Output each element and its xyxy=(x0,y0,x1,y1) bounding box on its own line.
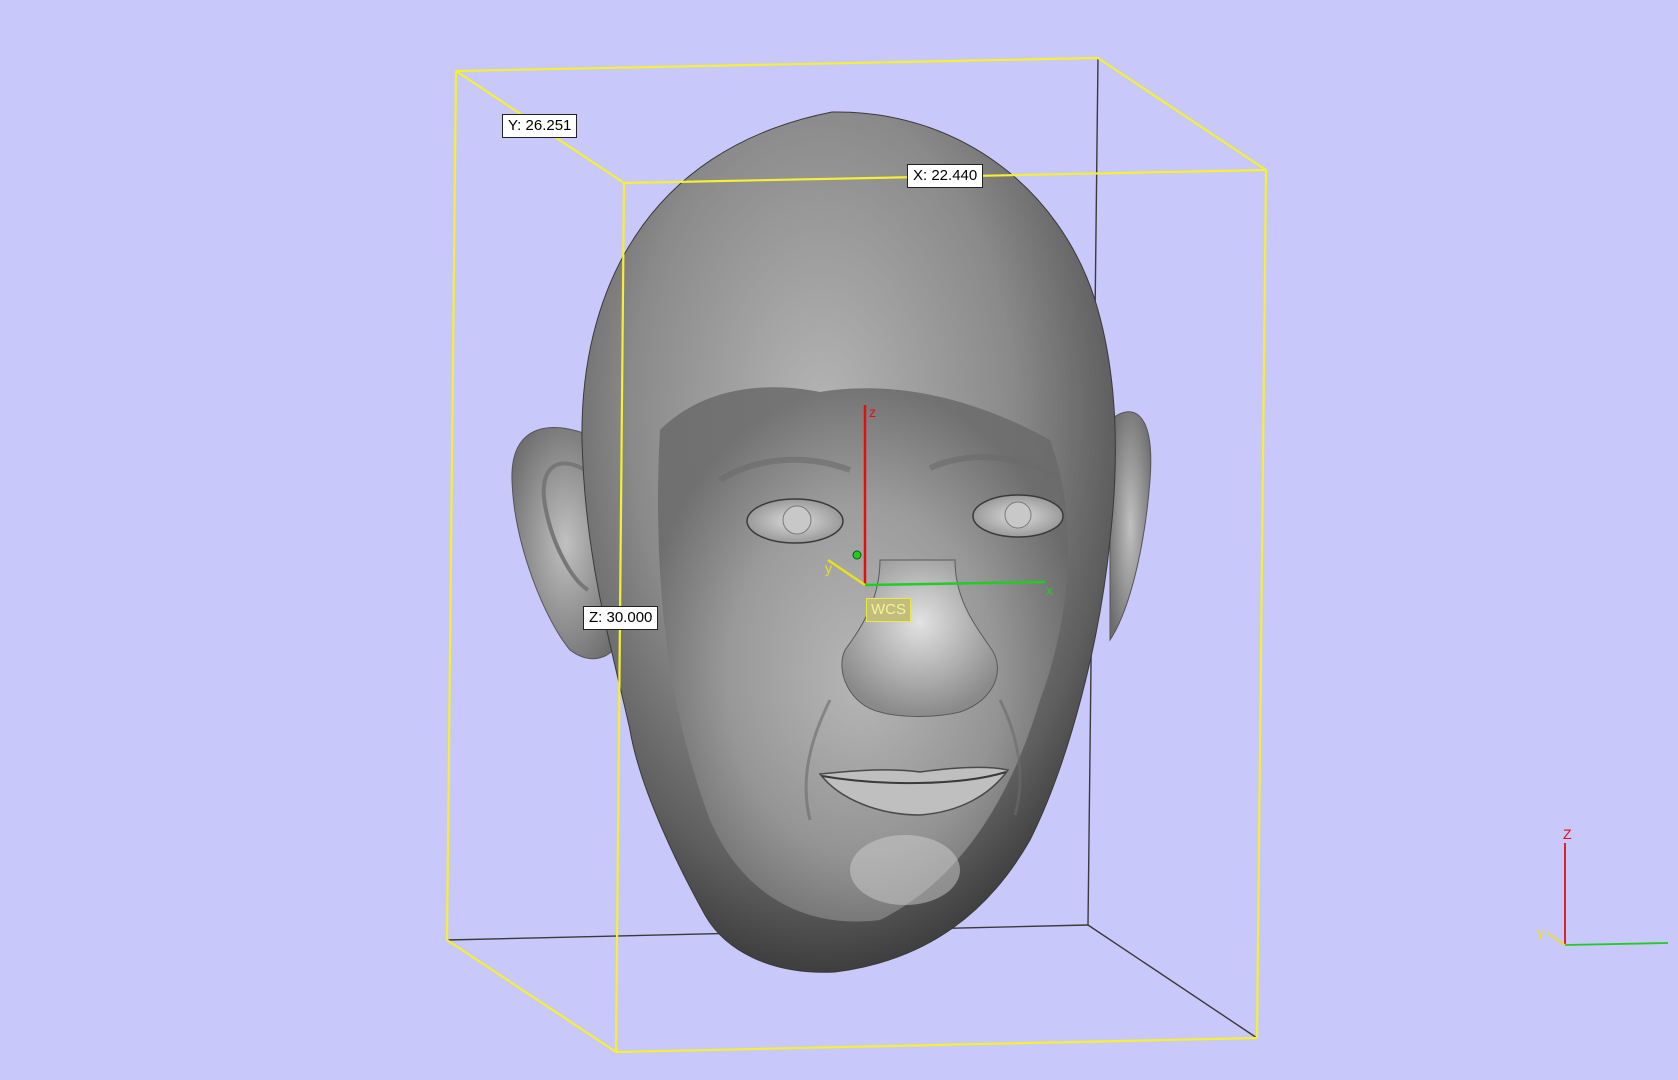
dimension-y-label: Y: 26.251 xyxy=(502,114,578,138)
orientation-gizmo xyxy=(1546,843,1669,946)
3d-viewport[interactable]: z x y Z Y Y: 26.251 X: 22.440 Z: 30.000 … xyxy=(0,0,1678,1080)
gizmo-z-letter: Z xyxy=(1563,826,1572,842)
scene-canvas[interactable] xyxy=(0,0,1678,1080)
head-model[interactable] xyxy=(511,111,1152,973)
wcs-y-letter: y xyxy=(825,560,832,576)
pivot-point xyxy=(852,550,862,560)
wcs-x-letter: x xyxy=(1046,582,1053,598)
wcs-label: WCS xyxy=(866,598,911,622)
dimension-z-label: Z: 30.000 xyxy=(583,606,659,630)
wcs-z-letter: z xyxy=(869,404,876,420)
dimension-x-label: X: 22.440 xyxy=(907,164,984,188)
gizmo-y-letter: Y xyxy=(1536,926,1546,942)
right-ear xyxy=(1109,411,1152,642)
